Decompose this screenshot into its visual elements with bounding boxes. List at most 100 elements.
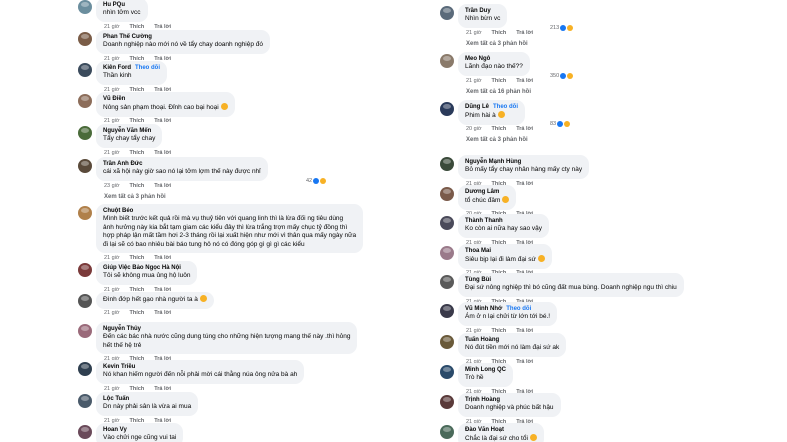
comment-author[interactable]: Chuột Béo [103,207,356,215]
comment-author[interactable]: Hu PQu [103,1,141,9]
author-name[interactable]: Minh Long QC [465,367,506,373]
author-name[interactable]: Trịnh Hoàng [465,397,500,403]
reaction-count[interactable]: 42 [306,177,327,184]
comment-author[interactable]: Nguyễn Văn Mến [103,127,155,135]
comment-author[interactable]: Meo Ngô [465,55,523,63]
comment-time[interactable]: 21 giờ [104,118,120,124]
comment-author[interactable]: Hoan Vy [103,426,176,434]
like-link[interactable]: Thích [130,24,145,30]
reply-link[interactable]: Trả lời [154,150,171,156]
like-link[interactable]: Thích [130,386,145,392]
like-link[interactable]: Thích [492,78,507,84]
reply-link[interactable]: Trả lời [154,310,171,316]
author-name[interactable]: Nguyễn Mạnh Hùng [465,159,521,165]
comment-time[interactable]: 23 giờ [104,183,120,189]
comment-time[interactable]: 21 giờ [104,150,120,156]
author-name[interactable]: Hoan Vy [103,427,127,433]
author-name[interactable]: Nguyễn Thủy [103,326,141,332]
comment-author[interactable]: Thoa Mai [465,247,545,255]
comment-time[interactable]: 21 giờ [104,386,120,392]
author-name[interactable]: Dũng Lê [465,104,489,110]
author-name[interactable]: Trần Anh Đức [103,161,142,167]
like-link[interactable]: Thích [492,30,507,36]
comment-author[interactable]: Trần Duy [465,7,500,15]
avatar[interactable] [440,157,454,171]
comment-author[interactable]: Trịnh Hoàng [465,396,554,404]
author-name[interactable]: Trần Duy [465,8,491,14]
author-name[interactable]: Vũ Điền [103,96,125,102]
author-name[interactable]: Tuấn Hoàng [465,337,499,343]
like-link[interactable]: Thích [130,183,145,189]
comment-author[interactable]: Kiên Ford Theo dõi [103,64,160,72]
avatar[interactable] [440,335,454,349]
avatar[interactable] [78,206,92,220]
comment-author[interactable]: Thành Thanh [465,217,542,225]
avatar[interactable] [78,159,92,173]
reply-link[interactable]: Trả lời [154,183,171,189]
comment-author[interactable]: Tuấn Hoàng [465,336,559,344]
like-link[interactable]: Thích [130,310,145,316]
author-name[interactable]: Giúp Việc Bảo Ngọc Hà Nội [103,265,181,271]
author-name[interactable]: Thành Thanh [465,218,503,224]
author-name[interactable]: Nguyễn Văn Mến [103,128,151,134]
comment-author[interactable]: Đào Văn Hoạt [465,426,537,434]
comment-author[interactable]: Kevin Triều [103,363,297,371]
avatar[interactable] [78,425,92,439]
avatar[interactable] [440,275,454,289]
avatar[interactable] [440,365,454,379]
reply-link[interactable]: Trả lời [516,126,533,132]
author-name[interactable]: Phan Thế Cường [103,34,152,40]
comment-author[interactable]: Nguyễn Thủy [103,325,350,333]
comment-time[interactable]: 21 giờ [466,30,482,36]
author-name[interactable]: Vũ Minh Nhớ [465,306,502,312]
comment-author[interactable]: Trần Anh Đức [103,160,261,168]
follow-link[interactable]: Theo dõi [135,65,160,71]
avatar[interactable] [78,126,92,140]
reaction-count[interactable]: 83 [550,120,571,127]
author-name[interactable]: Kiên Ford [103,65,131,71]
follow-link[interactable]: Theo dõi [493,104,518,110]
author-name[interactable]: Tùng Bùi [465,277,491,283]
author-name[interactable]: Hu PQu [103,2,125,8]
avatar[interactable] [440,216,454,230]
view-replies-link[interactable]: Xem tất cả 3 phản hồi [104,194,166,200]
avatar[interactable] [440,246,454,260]
author-name[interactable]: Lộc Tuấn [103,396,129,402]
avatar[interactable] [440,395,454,409]
comment-author[interactable]: Minh Long QC [465,366,506,374]
comment-author[interactable]: Nguyễn Mạnh Hùng [465,158,582,166]
avatar[interactable] [78,394,92,408]
avatar[interactable] [440,54,454,68]
avatar[interactable] [440,187,454,201]
reply-link[interactable]: Trả lời [516,78,533,84]
avatar[interactable] [78,94,92,108]
like-link[interactable]: Thích [130,118,145,124]
avatar[interactable] [78,324,92,338]
reaction-count[interactable]: 213 [550,24,574,31]
comment-time[interactable]: 21 giờ [104,24,120,30]
avatar[interactable] [78,263,92,277]
avatar[interactable] [440,102,454,116]
comment-time[interactable]: 21 giờ [104,310,120,316]
author-name[interactable]: Chuột Béo [103,208,133,214]
reply-link[interactable]: Trả lời [154,118,171,124]
like-link[interactable]: Thích [492,126,507,132]
comment-author[interactable]: Vũ Điền [103,95,228,103]
author-name[interactable]: Dương Lâm [465,189,499,195]
reply-link[interactable]: Trả lời [516,30,533,36]
author-name[interactable]: Meo Ngô [465,56,490,62]
view-replies-link[interactable]: Xem tất cả 3 phản hồi [466,41,528,47]
view-replies-link[interactable]: Xem tất cả 3 phản hồi [466,137,528,143]
follow-link[interactable]: Theo dõi [506,306,531,312]
reply-link[interactable]: Trả lời [516,181,533,187]
like-link[interactable]: Thích [130,150,145,156]
comment-time[interactable]: 20 giờ [466,126,482,132]
comment-time[interactable]: 21 giờ [466,78,482,84]
avatar[interactable] [78,362,92,376]
author-name[interactable]: Thoa Mai [465,248,491,254]
avatar[interactable] [440,6,454,20]
reply-link[interactable]: Trả lời [516,359,533,365]
author-name[interactable]: Đào Văn Hoạt [465,427,504,433]
comment-author[interactable]: Giúp Việc Bảo Ngọc Hà Nội [103,264,190,272]
avatar[interactable] [78,0,92,14]
